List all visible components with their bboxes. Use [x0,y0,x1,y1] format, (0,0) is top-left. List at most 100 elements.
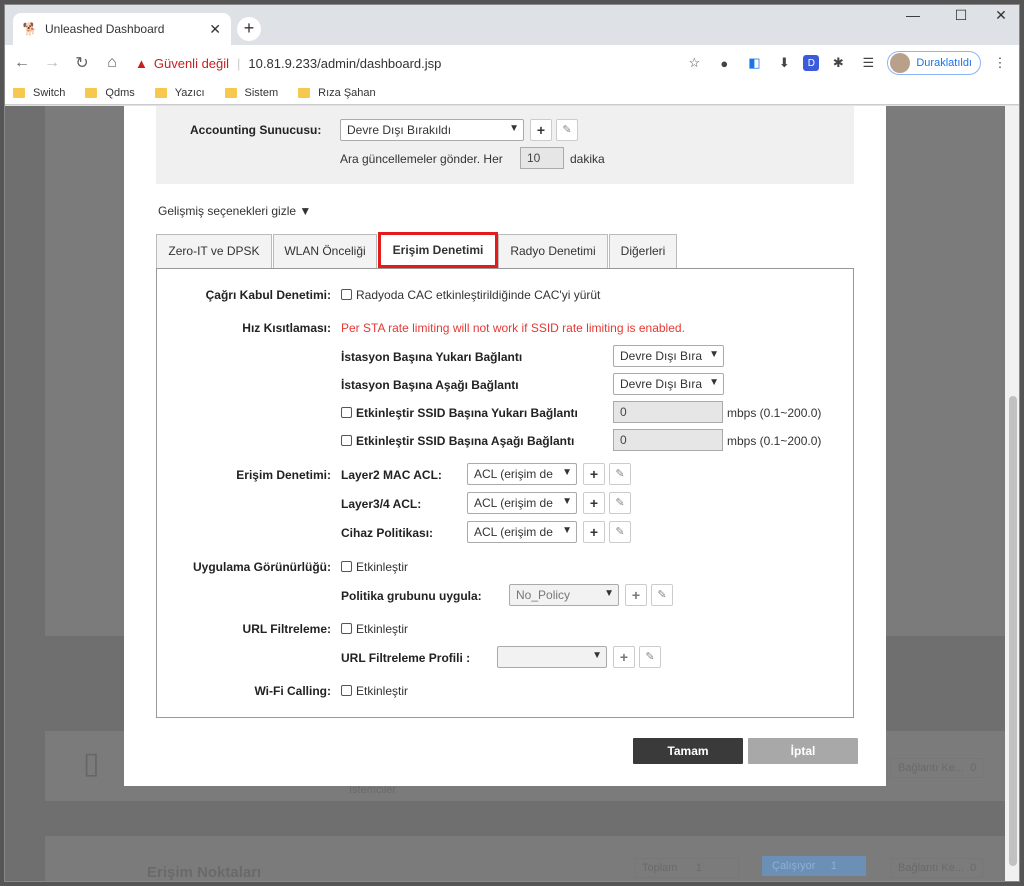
insecure-label[interactable]: Güvenli değil [154,56,229,71]
checkbox-icon[interactable] [341,623,352,634]
ruckus-dog-icon: 🐕 [22,22,38,36]
interim-minutes-input[interactable]: 10 [520,147,564,169]
l34-acl-select[interactable]: ACL (erişim de ▼ [467,492,577,514]
browser-toolbar: ← → ↻ ⌂ ▲ Güvenli değil | 10.81.9.233/ad… [5,45,1019,81]
app-visibility-label: Uygulama Görünürlüğü: [193,560,331,574]
new-tab-button[interactable]: + [237,17,261,41]
tab-zero-it[interactable]: Zero-IT ve DPSK [156,234,272,268]
ssid-uplink-hint: mbps (0.1~200.0) [727,406,822,420]
advanced-options-toggle[interactable]: Gelişmiş seçenekleri gizle ▼ [158,204,311,218]
url-profile-select[interactable]: ▼ [497,646,607,668]
ssid-downlink-checkbox[interactable]: Etkinleştir SSID Başına Aşağı Bağlantı [341,434,574,448]
app-visibility-checkbox[interactable]: Etkinleştir [341,560,408,574]
menu-icon[interactable]: ⋮ [989,52,1011,74]
device-policy-label: Cihaz Politikası: [341,526,434,540]
checkbox-icon[interactable] [341,407,352,418]
folder-icon [13,87,25,98]
tab-access-control[interactable]: Erişim Denetimi [378,232,498,268]
edit-policy-button[interactable]: ✎ [651,584,673,606]
add-l2-acl-button[interactable]: + [583,463,605,485]
edit-accounting-button[interactable]: ✎ [556,119,578,141]
translate-icon[interactable]: ◧ [743,52,765,74]
add-policy-button[interactable]: + [625,584,647,606]
maximize-button[interactable]: ☐ [941,7,981,24]
add-url-profile-button[interactable]: + [613,646,635,668]
ssid-uplink-input[interactable]: 0 [613,401,723,423]
checkbox-icon[interactable] [341,561,352,572]
add-device-policy-button[interactable]: + [583,521,605,543]
download-icon[interactable]: ⬇ [773,52,795,74]
l2-acl-select[interactable]: ACL (erişim de ▼ [467,463,577,485]
add-accounting-button[interactable]: + [530,119,552,141]
bookmark-item[interactable]: Yazıcı [154,87,205,99]
browser-window: 🐕 Unleashed Dashboard ✕ + — ☐ ✕ ← → ↻ ⌂ … [4,4,1020,882]
accounting-section: Accounting Sunucusu: Devre Dışı Bırakıld… [156,106,854,184]
toolbar-right: ☆ ● ◧ ⬇ D ✱ ☰ Duraklatıldı ⋮ [675,49,1011,77]
folder-icon [85,87,98,98]
chevron-down-icon: ▼ [562,496,572,507]
tab-strip: 🐕 Unleashed Dashboard ✕ + — ☐ ✕ [5,5,1019,45]
ssid-uplink-checkbox[interactable]: Etkinleştir SSID Başına Yukarı Bağlantı [341,406,578,420]
tab-others[interactable]: Diğerleri [609,234,677,268]
edit-l2-acl-button[interactable]: ✎ [609,463,631,485]
home-icon[interactable]: ⌂ [99,54,125,72]
bookmark-item[interactable]: Qdms [85,87,135,99]
access-points-label: Erişim Noktaları [147,864,262,881]
extension-d-icon[interactable]: D [803,55,820,71]
reading-list-icon[interactable]: ☰ [857,52,879,74]
access-control-panel: Çağrı Kabul Denetimi: Radyoda CAC etkinl… [156,268,854,718]
edit-url-profile-button[interactable]: ✎ [639,646,661,668]
warning-icon: ▲ [135,55,148,71]
checkbox-icon[interactable] [341,685,352,696]
bookmark-item[interactable]: Sistem [224,87,278,99]
back-icon[interactable]: ← [9,54,35,72]
minimize-button[interactable]: — [893,7,933,23]
extension-icon[interactable]: ● [713,52,735,74]
edit-device-policy-button[interactable]: ✎ [609,521,631,543]
uplink-label: İstasyon Başına Yukarı Bağlantı [341,350,523,364]
bookmarks-bar: Switch Qdms Yazıcı Sistem Rıza Şahan [5,81,1019,105]
ssid-downlink-input[interactable]: 0 [613,429,723,451]
url-text[interactable]: 10.81.9.233/admin/dashboard.jsp [248,56,441,71]
device-policy-select[interactable]: ACL (erişim de ▼ [467,521,577,543]
checkbox-icon[interactable] [341,435,352,446]
uplink-select[interactable]: Devre Dışı Bıra ▼ [613,345,724,367]
url-filter-label: URL Filtreleme: [242,622,331,636]
forward-icon[interactable]: → [39,54,65,72]
scrollbar-thumb[interactable] [1009,396,1017,866]
wifi-calling-checkbox[interactable]: Etkinleştir [341,684,408,698]
tab-radio-control[interactable]: Radyo Denetimi [498,234,608,268]
chevron-down-icon: ▼ [709,349,719,360]
chevron-down-icon: ▼ [562,525,572,536]
downlink-select[interactable]: Devre Dışı Bıra ▼ [613,373,724,395]
url-filter-checkbox[interactable]: Etkinleştir [341,622,408,636]
edit-l34-acl-button[interactable]: ✎ [609,492,631,514]
policy-group-select[interactable]: No_Policy ▼ [509,584,619,606]
folder-icon [154,87,167,98]
rate-limit-warning: Per STA rate limiting will not work if S… [341,321,685,335]
cancel-button[interactable]: İptal [748,738,858,764]
close-window-button[interactable]: ✕ [981,7,1019,24]
puzzle-icon[interactable]: ✱ [827,52,849,74]
checkbox-icon[interactable] [341,289,352,300]
browser-tab[interactable]: 🐕 Unleashed Dashboard ✕ [13,13,231,45]
bookmark-item[interactable]: Switch [13,87,65,99]
folder-icon [224,87,237,98]
star-icon[interactable]: ☆ [683,52,705,74]
separator: | [237,55,241,71]
avatar [890,53,911,73]
tab-wlan-priority[interactable]: WLAN Önceliği [273,234,377,268]
bookmark-item[interactable]: Rıza Şahan [298,87,376,99]
address-bar[interactable]: ▲ Güvenli değil | 10.81.9.233/admin/dash… [135,49,715,77]
ok-button[interactable]: Tamam [633,738,743,764]
add-l34-acl-button[interactable]: + [583,492,605,514]
cac-checkbox[interactable]: Radyoda CAC etkinleştirildiğinde CAC'yi … [341,288,600,302]
close-icon[interactable]: ✕ [209,21,221,38]
url-profile-label: URL Filtreleme Profili : [341,651,471,665]
profile-button[interactable]: Duraklatıldı [887,51,981,75]
profile-label: Duraklatıldı [916,57,972,69]
reload-icon[interactable]: ↻ [69,53,95,73]
policy-group-label: Politika grubunu uygula: [341,589,482,603]
accounting-server-select[interactable]: Devre Dışı Bırakıldı ▼ [340,119,524,141]
page-scrollbar[interactable] [1005,106,1019,881]
